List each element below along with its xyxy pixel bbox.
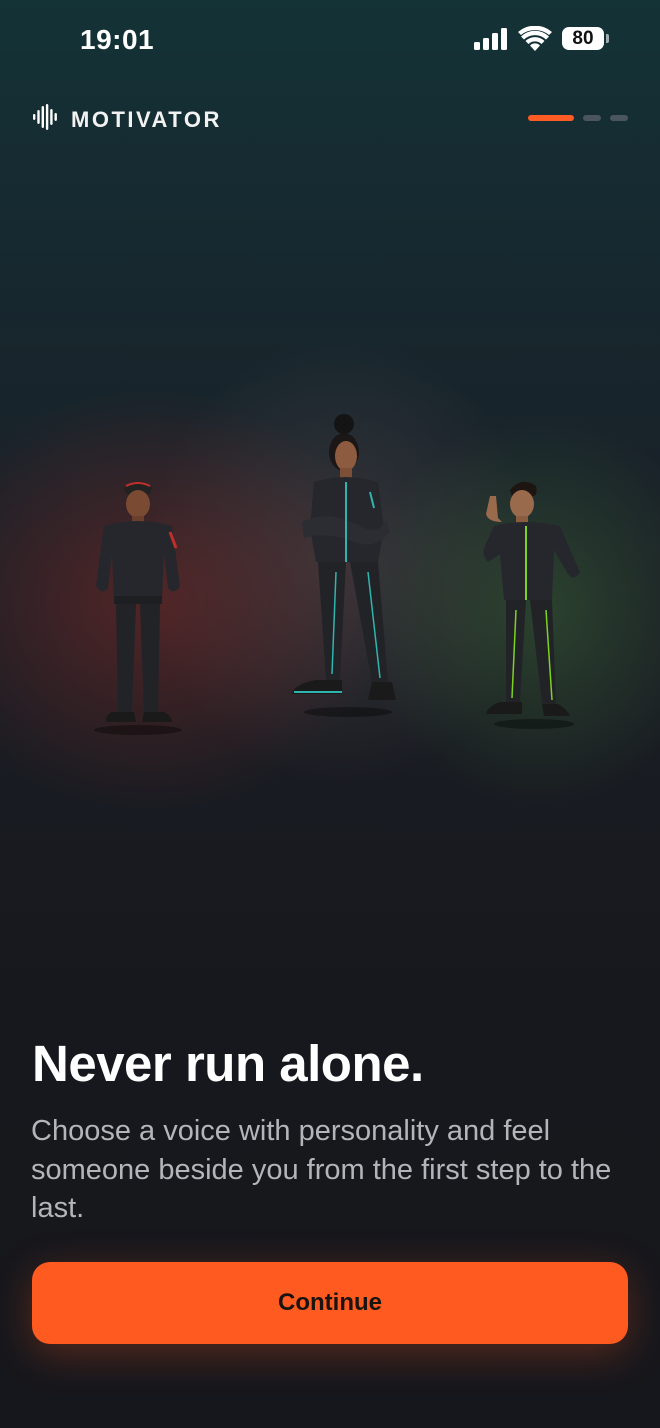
- sound-wave-icon: [33, 104, 57, 135]
- progress-step-2: [583, 115, 601, 121]
- status-time: 19:01: [80, 24, 155, 55]
- brand-name: MOTIVATOR: [71, 106, 222, 132]
- brand: MOTIVATOR: [33, 104, 222, 135]
- cellular-signal-icon: [474, 28, 510, 55]
- headline: Never run alone.: [32, 1035, 424, 1092]
- progress-step-3: [610, 115, 628, 121]
- coach-left-figure: [94, 482, 182, 735]
- onboarding-progress: [528, 115, 628, 121]
- wifi-icon: [518, 25, 552, 56]
- battery-cap: [606, 34, 609, 43]
- battery-icon: 80: [562, 27, 604, 50]
- progress-step-1: [528, 115, 574, 121]
- status-bar: 19:01 80: [0, 0, 660, 80]
- coach-right-figure: [483, 481, 580, 729]
- coach-illustration: [0, 390, 660, 750]
- subtitle: Choose a voice with personality and feel…: [31, 1115, 612, 1224]
- continue-button[interactable]: Continue: [32, 1262, 628, 1344]
- coach-center-figure: [292, 414, 396, 717]
